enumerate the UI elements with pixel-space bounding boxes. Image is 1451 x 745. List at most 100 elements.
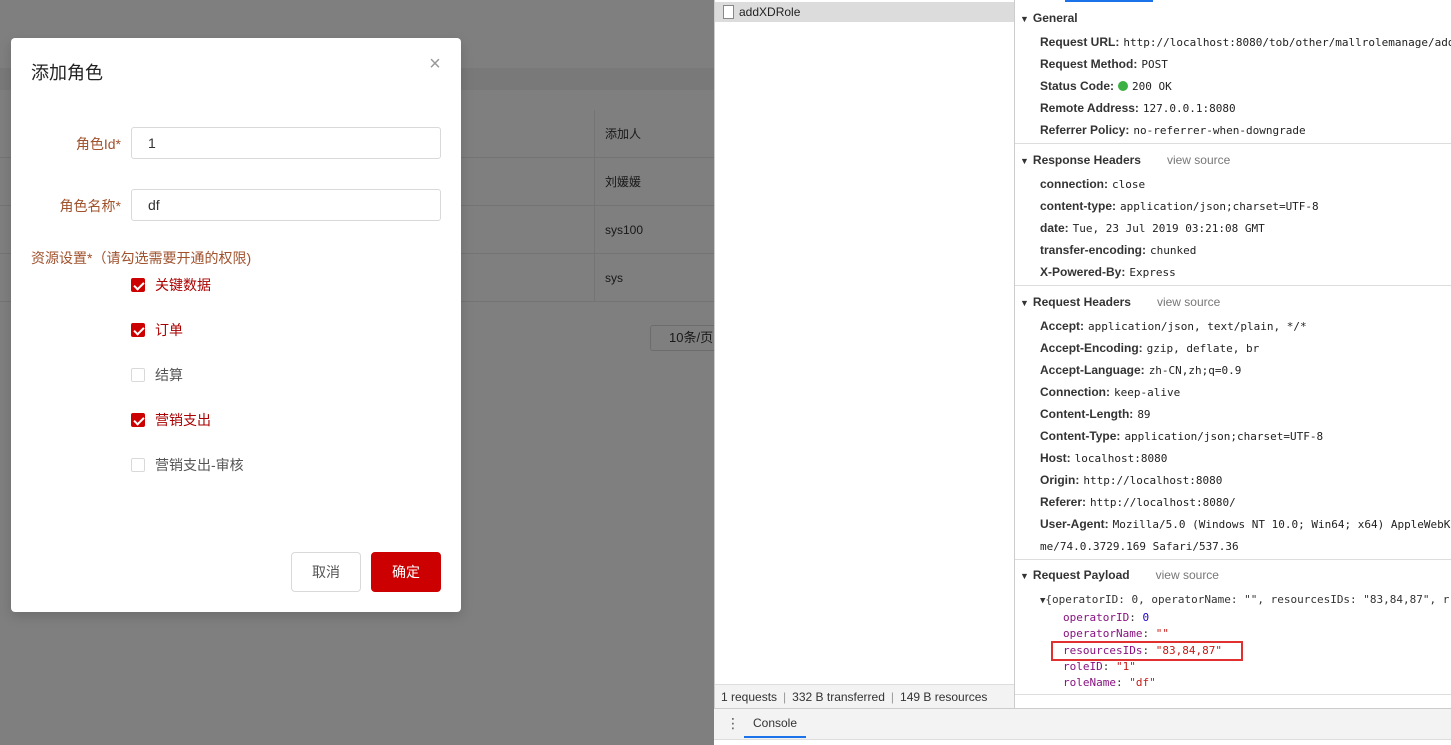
header-key: Accept-Language:	[1040, 363, 1145, 377]
response-headers-header[interactable]: ▼ Response Headers view source	[1020, 150, 1230, 170]
payload-value: "1"	[1116, 660, 1136, 673]
header-item-continued: me/74.0.3729.169 Safari/537.36	[1040, 535, 1239, 557]
resource-checkbox[interactable]: 营销支出-审核	[131, 455, 244, 475]
file-icon	[723, 5, 734, 19]
header-value: application/json, text/plain, */*	[1088, 320, 1307, 333]
header-item: Referrer Policy: no-referrer-when-downgra…	[1040, 119, 1306, 141]
network-request-list: addXDRole 1 requests | 332 B transferred…	[714, 0, 1015, 708]
payload-value: ""	[1155, 627, 1169, 640]
header-key: Referrer Policy:	[1040, 123, 1130, 137]
view-source-link[interactable]: view source	[1157, 295, 1220, 309]
header-value: gzip, deflate, br	[1146, 342, 1260, 355]
header-key: transfer-encoding:	[1040, 243, 1147, 257]
header-item: Accept-Encoding: gzip, deflate, br	[1040, 337, 1259, 359]
header-value: application/json;charset=UTF-8	[1124, 430, 1324, 443]
header-item: Connection: keep-alive	[1040, 381, 1180, 403]
header-item: Content-Length: 89	[1040, 403, 1151, 425]
checkbox-checked-icon[interactable]	[131, 278, 145, 292]
resource-checkbox-label: 关键数据	[155, 277, 211, 293]
header-value: application/json;charset=UTF-8	[1120, 200, 1319, 213]
header-key: connection:	[1040, 177, 1108, 191]
tab-console[interactable]: Console	[744, 711, 806, 738]
header-value: localhost:8080	[1074, 452, 1168, 465]
expand-triangle-icon[interactable]: ▼	[1020, 571, 1029, 581]
header-item: Request URL: http://localhost:8080/tob/ot…	[1040, 31, 1451, 53]
role-name-label: 角色名称*	[59, 198, 121, 214]
checkbox-unchecked-icon[interactable]	[131, 458, 145, 472]
dialog-title: 添加角色	[31, 63, 103, 83]
checkbox-checked-icon[interactable]	[131, 323, 145, 337]
request-headers-header[interactable]: ▼ Request Headers view source	[1020, 292, 1220, 312]
separator: |	[890, 689, 895, 704]
header-value: 200 OK	[1132, 80, 1172, 93]
active-tab-indicator	[1065, 0, 1153, 2]
header-value: zh-CN,zh;q=0.9	[1148, 364, 1242, 377]
header-key: Connection:	[1040, 385, 1110, 399]
payload-value: 0	[1142, 611, 1150, 624]
resource-checkbox[interactable]: 关键数据	[131, 275, 211, 295]
request-payload-header[interactable]: ▼ Request Payload view source	[1020, 565, 1219, 585]
payload-value: "df"	[1129, 676, 1156, 689]
resources-label: 资源设置*（请勾选需要开通的权限)	[31, 250, 252, 266]
section-title: Request Headers	[1032, 295, 1131, 309]
header-key: content-type:	[1040, 199, 1116, 213]
header-value: me/74.0.3729.169 Safari/537.36	[1040, 540, 1239, 553]
view-source-link[interactable]: view source	[1167, 153, 1230, 167]
header-key: Remote Address:	[1040, 101, 1139, 115]
headers-panel: ▼ General Request URL: http://localhost:80…	[1015, 0, 1451, 708]
header-key: Origin:	[1040, 473, 1080, 487]
header-key: Accept:	[1040, 319, 1085, 333]
header-key: Referer:	[1040, 495, 1087, 509]
header-value: 127.0.0.1:8080	[1142, 102, 1236, 115]
payload-summary[interactable]: ▼{operatorID: 0, operatorName: "", resou…	[1040, 592, 1449, 608]
expand-triangle-icon[interactable]: ▼	[1020, 156, 1029, 166]
header-item: Accept-Language: zh-CN,zh;q=0.9	[1040, 359, 1241, 381]
checkbox-checked-icon[interactable]	[131, 413, 145, 427]
payload-field: operatorName: ""	[1063, 627, 1169, 640]
close-icon[interactable]: ×	[425, 54, 445, 74]
header-item: Content-Type: application/json;charset=UT…	[1040, 425, 1323, 447]
section-title: Response Headers	[1032, 153, 1141, 167]
header-key: X-Powered-By:	[1040, 265, 1126, 279]
header-item: Status Code: 200 OK	[1040, 75, 1172, 97]
general-section-header[interactable]: ▼ General	[1020, 8, 1078, 28]
role-id-label: 角色Id*	[75, 136, 121, 152]
resource-checkbox[interactable]: 订单	[131, 320, 183, 340]
role-id-input[interactable]	[131, 127, 441, 159]
header-value: chunked	[1150, 244, 1197, 257]
more-options-icon[interactable]: ⋮	[726, 715, 740, 732]
header-key: Request Method:	[1040, 57, 1138, 71]
header-value: 89	[1137, 408, 1151, 421]
header-item: Referer: http://localhost:8080/	[1040, 491, 1236, 513]
header-item: Origin: http://localhost:8080	[1040, 469, 1222, 491]
confirm-button[interactable]: 确定	[371, 552, 441, 592]
expand-triangle-icon[interactable]: ▼	[1020, 14, 1029, 24]
response-headers-section: ▼ Response Headers view source connection:…	[1015, 150, 1451, 286]
cancel-button[interactable]: 取消	[291, 552, 361, 592]
highlight-annotation-box	[1051, 641, 1243, 661]
resource-checkbox[interactable]: 营销支出	[131, 410, 211, 430]
header-item: date: Tue, 23 Jul 2019 03:21:08 GMT	[1040, 217, 1265, 239]
request-row[interactable]: addXDRole	[715, 2, 1014, 22]
expand-triangle-icon[interactable]: ▼	[1020, 298, 1029, 308]
payload-field: roleName: "df"	[1063, 676, 1156, 689]
header-item: Remote Address: 127.0.0.1:8080	[1040, 97, 1236, 119]
header-item: connection: close	[1040, 173, 1145, 195]
header-value: http://localhost:8080	[1083, 474, 1223, 487]
header-key: User-Agent:	[1040, 517, 1109, 531]
role-name-input[interactable]	[131, 189, 441, 221]
header-key: Status Code:	[1040, 79, 1115, 93]
request-count: 1 requests	[721, 689, 778, 704]
header-key: Content-Type:	[1040, 429, 1121, 443]
header-key: Accept-Encoding:	[1040, 341, 1143, 355]
header-value: Mozilla/5.0 (Windows NT 10.0; Win64; x64…	[1112, 518, 1451, 531]
checkbox-unchecked-icon[interactable]	[131, 368, 145, 382]
resource-checkbox[interactable]: 结算	[131, 365, 183, 385]
header-item: User-Agent: Mozilla/5.0 (Windows NT 10.0;…	[1040, 513, 1450, 535]
resources-size: 149 B resources	[900, 689, 988, 704]
resource-checkbox-label: 结算	[155, 367, 183, 383]
add-role-dialog: 添加角色 × 角色Id* 角色名称* 资源设置*（请勾选需要开通的权限) 关键数…	[11, 38, 461, 612]
payload-key: operatorName	[1063, 627, 1143, 640]
view-source-link[interactable]: view source	[1156, 568, 1219, 582]
payload-field: roleID: "1"	[1063, 660, 1136, 673]
